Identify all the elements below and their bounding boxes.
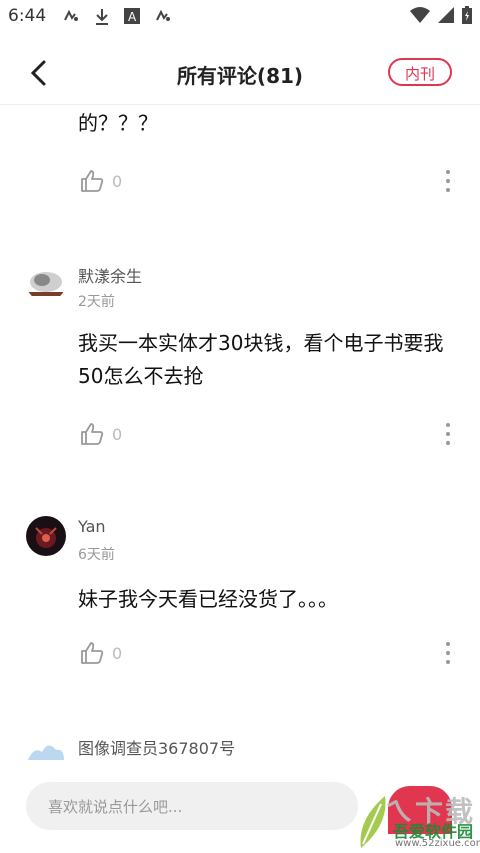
more-options-icon[interactable] — [443, 423, 453, 445]
wifi-icon — [410, 7, 430, 23]
comment-input-placeholder: 喜欢就说点什么吧... — [48, 798, 183, 816]
status-time: 6:44 — [8, 6, 47, 26]
comment-text: 的？？？ — [78, 111, 158, 135]
avatar-image — [26, 262, 66, 302]
header: 所有评论(81) 内刊 — [0, 44, 480, 105]
thumbs-up-icon — [81, 642, 104, 664]
comment-input[interactable]: 喜欢就说点什么吧... — [26, 782, 358, 830]
watermark-logo: ㄟ卞载 吾爱软件园 www.52zixue.com — [355, 790, 480, 853]
notification-icon — [156, 9, 170, 21]
like-button[interactable]: 0 — [80, 170, 122, 192]
like-count: 0 — [112, 424, 123, 444]
comment-author[interactable]: 图像调查员367807号 — [78, 735, 235, 759]
comment-text: 我买一本实体才30块钱，看个电子书要我50怎么不去抢 — [78, 331, 444, 388]
battery-icon — [462, 6, 472, 24]
comment-author[interactable]: 默漾余生 — [78, 263, 142, 287]
comment-time: 2天前 — [78, 294, 115, 310]
notification-icon — [64, 9, 78, 21]
status-right — [410, 6, 472, 24]
signal-icon — [438, 7, 454, 23]
more-options-icon[interactable] — [443, 170, 453, 192]
like-button[interactable]: 0 — [80, 423, 122, 445]
journal-tag-button[interactable]: 内刊 — [388, 58, 452, 86]
like-count: 0 — [112, 643, 123, 663]
app-a-icon: A — [124, 8, 140, 24]
avatar[interactable] — [26, 730, 66, 770]
more-options-icon[interactable] — [443, 642, 453, 664]
status-bar: 6:44 A — [0, 0, 480, 34]
download-icon — [96, 9, 108, 25]
notification-icons: A — [62, 8, 172, 26]
thumbs-up-icon — [81, 170, 104, 192]
comment-author[interactable]: Yan — [78, 517, 106, 536]
comment-text: 妹子我今天看已经没货了。。。 — [78, 587, 338, 611]
avatar[interactable] — [26, 516, 66, 556]
thumbs-up-icon — [81, 423, 104, 445]
svg-text:A: A — [128, 10, 137, 24]
like-button[interactable]: 0 — [80, 642, 122, 664]
avatar-image — [26, 730, 66, 770]
like-count: 0 — [112, 171, 123, 191]
comment-time: 6天前 — [78, 547, 115, 563]
avatar[interactable] — [26, 262, 66, 302]
avatar-image — [26, 516, 66, 556]
watermark-url: www.52zixue.com — [395, 838, 480, 849]
